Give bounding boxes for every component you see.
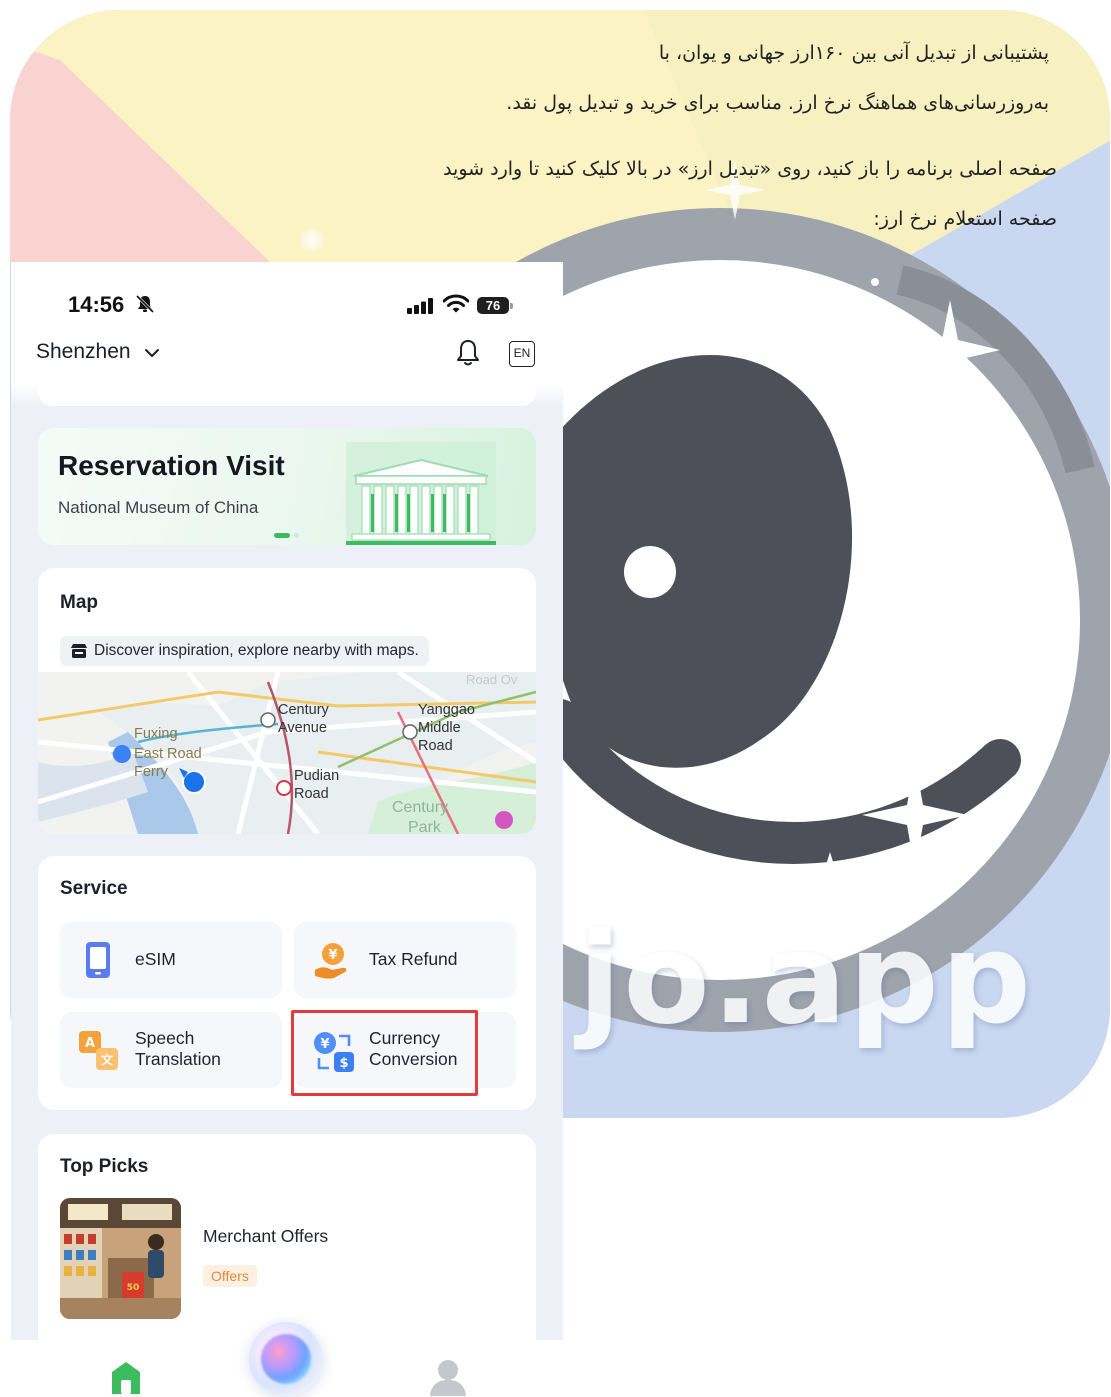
signal-icon bbox=[407, 298, 433, 314]
svg-text:¥: ¥ bbox=[328, 948, 337, 963]
language-button[interactable]: EN bbox=[509, 341, 535, 367]
battery-level: 76 bbox=[477, 297, 509, 314]
ai-assistant-button[interactable] bbox=[249, 1322, 323, 1396]
speech-translation-button[interactable]: A 文 Speech Translation bbox=[60, 1012, 282, 1088]
poster-text-line-1: پشتیبانی از تبدیل آنی بین ۱۶۰ارز جهانی و… bbox=[658, 42, 1049, 64]
translate-icon: A 文 bbox=[79, 1031, 118, 1070]
map-label-century-park-2: Park bbox=[408, 819, 442, 834]
tax-refund-label: Tax Refund bbox=[369, 949, 458, 969]
bell-off-icon bbox=[135, 294, 155, 314]
map-tip: Discover inspiration, explore nearby wit… bbox=[60, 636, 429, 666]
speech-label-line1: Speech bbox=[135, 1028, 195, 1048]
map-view[interactable]: Century Avenue Yanggao Middle Road Fuxin… bbox=[38, 672, 536, 834]
status-time: 14:56 bbox=[68, 292, 125, 317]
svg-text:文: 文 bbox=[101, 1052, 114, 1067]
top-picks-title: Top Picks bbox=[60, 1156, 149, 1177]
esim-label: eSIM bbox=[135, 949, 176, 969]
svg-text:A: A bbox=[85, 1036, 95, 1051]
map-label-fuxing: Fuxing bbox=[134, 726, 178, 742]
chevron-down-icon[interactable] bbox=[144, 348, 160, 358]
map-tip-text: Discover inspiration, explore nearby wit… bbox=[94, 642, 419, 659]
merchant-offers-title[interactable]: Merchant Offers bbox=[203, 1226, 328, 1247]
service-title: Service bbox=[60, 878, 128, 899]
home-icon[interactable] bbox=[108, 1360, 144, 1394]
map-title: Map bbox=[60, 592, 98, 613]
poster-text-line-2: به‌روزرسانی‌های هماهنگ نرخ ارز. مناسب بر… bbox=[506, 92, 1049, 114]
map-card[interactable]: Map Discover inspiration, explore nearby… bbox=[38, 568, 536, 834]
offers-tag: Offers bbox=[203, 1265, 257, 1287]
previous-card-edge bbox=[38, 384, 536, 406]
battery-tip bbox=[510, 303, 513, 309]
map-label-yanggao: Yanggao bbox=[418, 702, 475, 718]
map-label-pudian-2: Road bbox=[294, 786, 329, 802]
map-label-yanggao-2: Middle bbox=[418, 720, 461, 736]
esim-button[interactable]: eSIM bbox=[60, 922, 282, 998]
museum-icon bbox=[346, 442, 496, 545]
carousel-indicator bbox=[274, 533, 299, 538]
app-header: Shenzhen EN bbox=[11, 324, 563, 384]
map-label-road-faded: Road Ov bbox=[466, 672, 518, 687]
city-selector[interactable]: Shenzhen bbox=[36, 340, 131, 364]
watermark: jo.app bbox=[578, 905, 1034, 1052]
svg-text:50: 50 bbox=[127, 1283, 140, 1293]
map-label-fuxing-3: Ferry bbox=[134, 764, 169, 780]
profile-icon[interactable] bbox=[429, 1358, 467, 1396]
wifi-icon bbox=[443, 294, 469, 313]
banner-title: Reservation Visit bbox=[58, 450, 285, 481]
notification-bell-icon[interactable] bbox=[455, 338, 481, 368]
poster-text-line-4: صفحه استعلام نرخ ارز: bbox=[873, 208, 1057, 230]
reservation-banner[interactable]: Reservation Visit National Museum of Chi… bbox=[38, 428, 536, 545]
map-label-century-avenue: Century bbox=[278, 702, 330, 718]
map-label-yanggao-3: Road bbox=[418, 738, 453, 754]
map-label-century-park: Century bbox=[392, 799, 448, 816]
speech-label-line2: Translation bbox=[135, 1049, 221, 1069]
status-bar: 14:56 76 bbox=[11, 262, 563, 324]
tax-refund-button[interactable]: ¥ Tax Refund bbox=[294, 922, 516, 998]
currency-highlight-box bbox=[291, 1010, 478, 1096]
phone-screen: 14:56 76 Shenzhen EN Reservation Visit N… bbox=[11, 262, 563, 1397]
sim-card-icon bbox=[86, 942, 110, 978]
map-label-fuxing-2: East Road bbox=[134, 746, 202, 762]
store-photo: 50 bbox=[60, 1198, 181, 1319]
banner-subtitle: National Museum of China bbox=[58, 498, 259, 517]
ai-orb-icon bbox=[261, 1334, 311, 1384]
map-label-century-avenue-2: Avenue bbox=[278, 720, 327, 736]
poster-text-line-3: صفحه اصلی برنامه را باز کنید، روی «تبدیل… bbox=[443, 158, 1057, 180]
merchant-offer-image[interactable]: 50 bbox=[60, 1198, 181, 1319]
shop-icon bbox=[71, 644, 87, 658]
tax-refund-icon: ¥ bbox=[315, 943, 347, 979]
map-label-pudian: Pudian bbox=[294, 768, 339, 784]
